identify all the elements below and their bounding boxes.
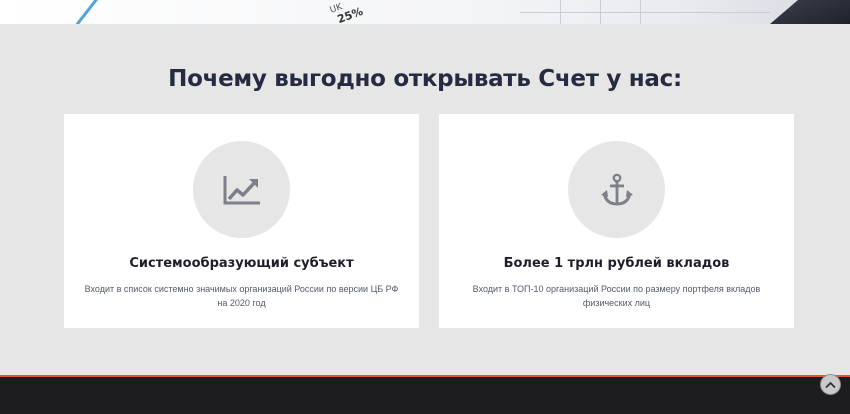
benefit-icon-circle bbox=[193, 141, 290, 238]
benefit-icon-circle bbox=[568, 141, 665, 238]
decorative-line bbox=[75, 0, 100, 24]
site-footer bbox=[0, 375, 850, 414]
section-title: Почему выгодно открывать Счет у нас: bbox=[168, 66, 682, 92]
benefit-card-deposits: Более 1 трлн рублей вкладов Входит в ТОП… bbox=[439, 114, 794, 328]
benefits-section: Почему выгодно открывать Счет у нас: Сис… bbox=[0, 24, 850, 375]
decorative-line bbox=[520, 12, 770, 13]
chart-line-up-icon bbox=[223, 175, 260, 204]
anchor-icon bbox=[600, 173, 633, 206]
chevron-up-icon bbox=[825, 381, 836, 388]
hero-banner-strip: UK 25% bbox=[0, 0, 850, 24]
scroll-to-top-button[interactable] bbox=[820, 374, 841, 395]
benefit-card-title: Системообразующий субъект bbox=[129, 256, 354, 271]
benefit-card-title: Более 1 трлн рублей вкладов bbox=[503, 256, 730, 271]
benefit-card-systemic: Системообразующий субъект Входит в списо… bbox=[64, 114, 419, 328]
benefit-card-text: Входит в ТОП-10 организаций России по ра… bbox=[472, 284, 761, 308]
benefit-card-text: Входит в список системно значимых органи… bbox=[84, 284, 399, 308]
decorative-corner bbox=[770, 0, 850, 24]
